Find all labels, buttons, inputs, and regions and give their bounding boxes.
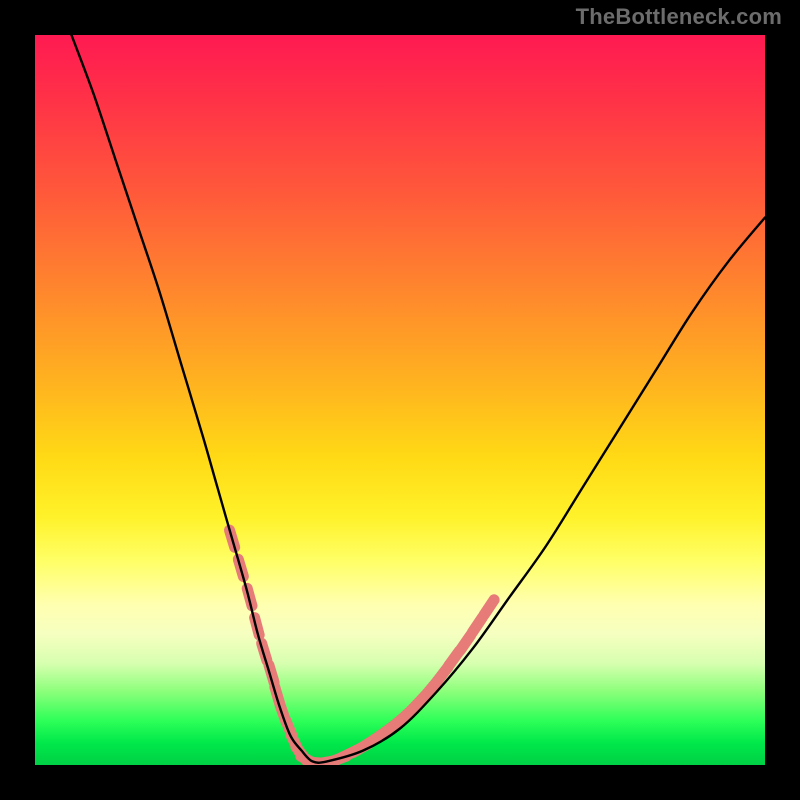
highlight-bead [472,617,482,632]
watermark-text: TheBottleneck.com [576,4,782,30]
plot-area [35,35,765,765]
chart-overlay [35,35,765,765]
v-curve-line [72,35,766,763]
chart-stage: TheBottleneck.com [0,0,800,800]
highlight-bead [461,635,471,650]
highlight-bead [484,600,494,615]
highlight-beads-group [230,530,495,765]
